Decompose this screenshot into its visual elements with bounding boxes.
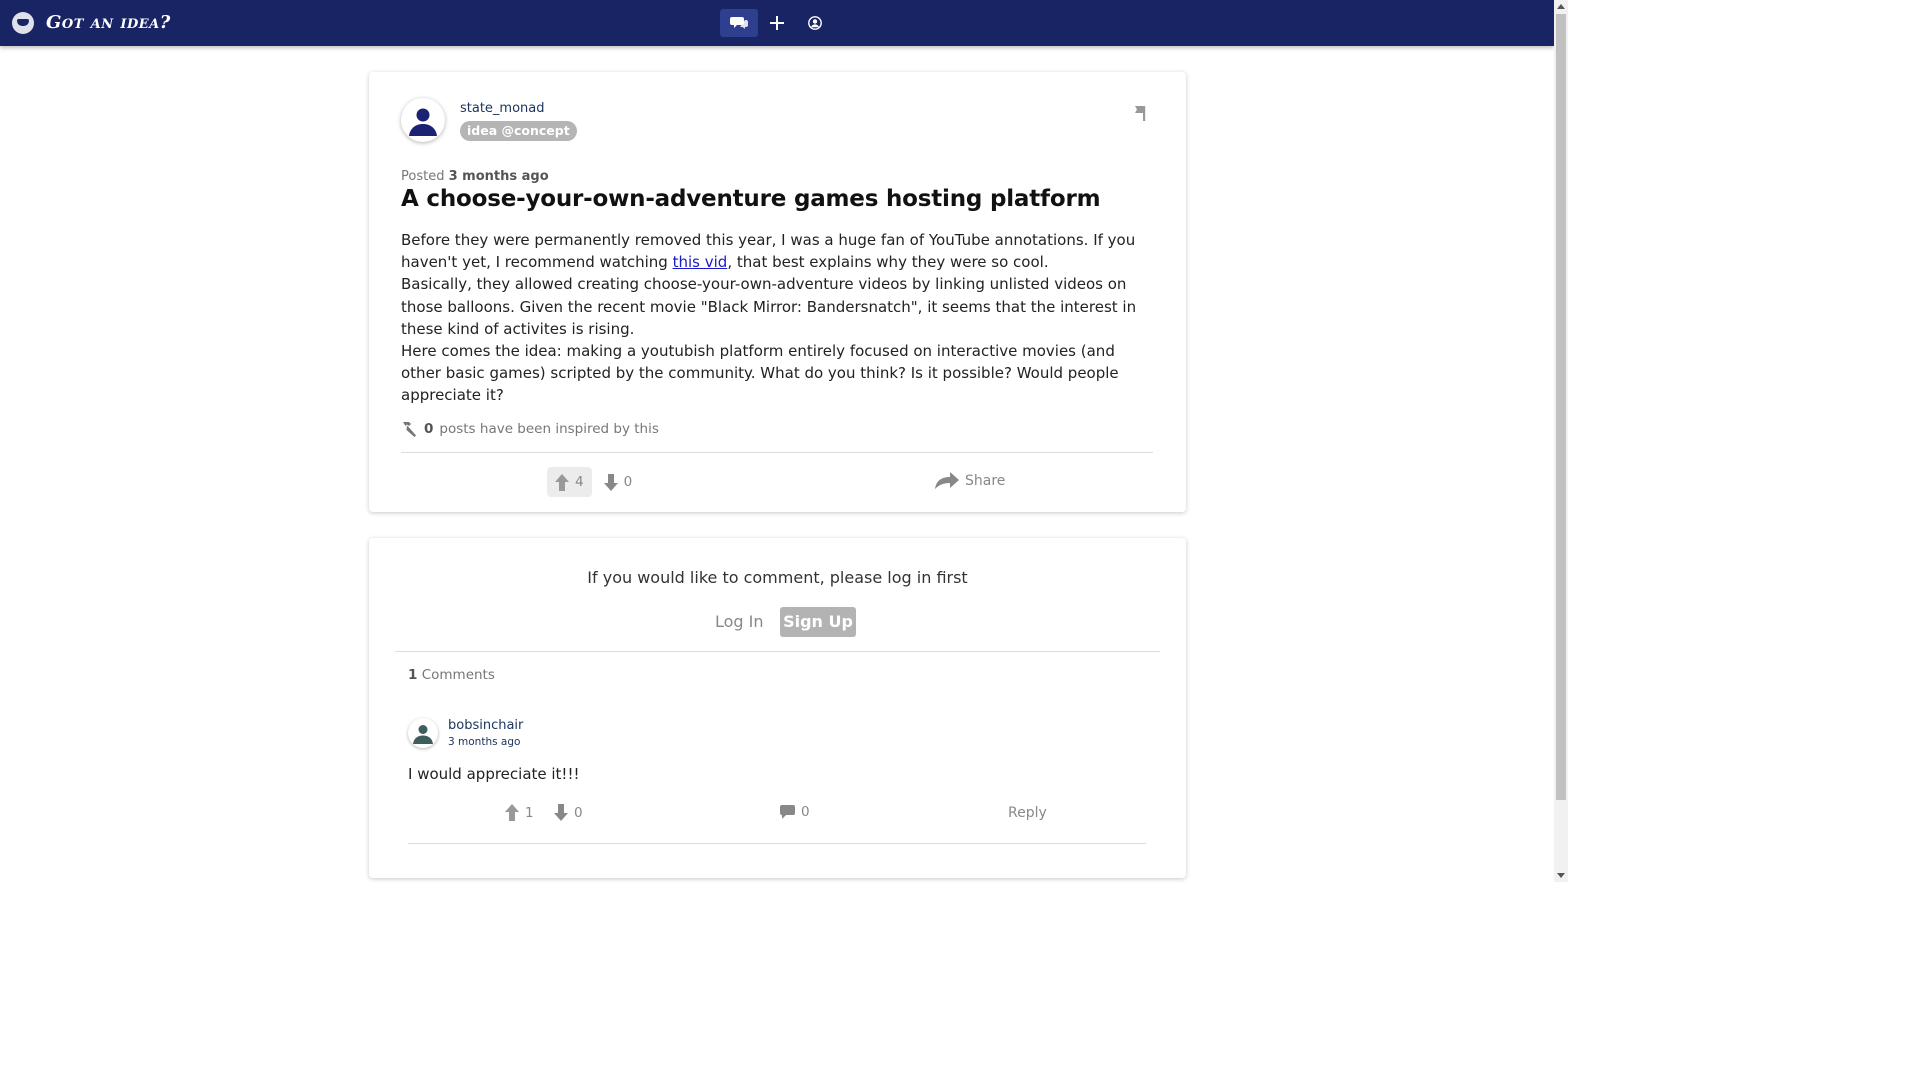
comment-author[interactable]: bobsinchair — [448, 718, 523, 733]
post-tag-badge[interactable]: idea @concept — [460, 121, 577, 141]
share-icon — [935, 472, 959, 489]
plus-icon — [770, 16, 784, 30]
video-link[interactable]: this vid — [673, 253, 728, 271]
share-button[interactable]: Share — [935, 472, 1005, 489]
login-button[interactable]: Log In — [707, 607, 772, 637]
arrow-down-icon — [603, 473, 618, 491]
chat-bubbles-icon — [730, 17, 748, 29]
arrow-up-icon — [555, 473, 569, 491]
app-title[interactable]: Got an idea? — [46, 12, 171, 33]
post-paragraph: Basically, they allowed creating choose-… — [401, 275, 1137, 338]
user-circle-icon — [808, 16, 822, 30]
scroll-down-arrow-icon[interactable] — [1557, 873, 1565, 878]
posted-info: Posted 3 months ago — [401, 169, 549, 184]
post-vote-group: 4 0 — [547, 467, 632, 497]
posted-prefix: Posted — [401, 169, 445, 184]
downvote-button[interactable]: 0 — [596, 473, 633, 491]
nav-new-post-button[interactable] — [758, 9, 796, 37]
comment-avatar[interactable] — [408, 718, 438, 748]
arrow-down-icon — [554, 804, 568, 821]
flag-icon — [1135, 106, 1146, 121]
report-flag-button[interactable] — [1134, 104, 1148, 126]
post-divider — [401, 452, 1153, 453]
user-icon — [413, 725, 433, 744]
hammer-icon — [403, 422, 416, 437]
comment-count: 1 Comments — [408, 667, 495, 683]
nav-ideas-button[interactable] — [720, 9, 758, 37]
share-label: Share — [965, 472, 1006, 489]
downvote-count: 0 — [623, 474, 633, 490]
posted-time: 3 months ago — [448, 169, 549, 184]
comments-card: If you would like to comment, please log… — [369, 538, 1186, 878]
top-navbar: Got an idea? — [0, 0, 1554, 46]
comment-divider — [408, 843, 1146, 844]
post-title: A choose-your-own-adventure games hostin… — [401, 186, 1101, 212]
comment-bubble-icon — [780, 805, 795, 819]
upvote-count: 4 — [575, 474, 584, 490]
user-icon — [409, 108, 437, 136]
reply-button[interactable]: Reply — [1008, 805, 1047, 821]
comment-downvote-button[interactable]: 0 — [554, 804, 583, 821]
inspired-count: 0 — [424, 420, 434, 437]
comment-replies-button[interactable]: 0 — [780, 804, 810, 820]
signup-button[interactable]: Sign Up — [780, 607, 856, 637]
login-prompt: If you would like to comment, please log… — [587, 568, 968, 587]
comments-divider — [395, 651, 1160, 652]
post-author-name[interactable]: state_monad — [460, 101, 545, 116]
comment-reply-count: 0 — [801, 804, 810, 820]
comment-upvote-button[interactable]: 1 — [505, 804, 534, 821]
page-scrollbar[interactable] — [1554, 0, 1568, 882]
comment-upvote-count: 1 — [525, 804, 534, 821]
post-body: Before they were permanently removed thi… — [401, 229, 1156, 407]
post-paragraph: Here comes the idea: making a youtubish … — [401, 342, 1119, 405]
post-paragraph: Before they were permanently removed thi… — [401, 231, 1136, 272]
comment-text: I would appreciate it!!! — [408, 765, 580, 783]
scrollbar-thumb[interactable] — [1556, 14, 1566, 800]
inspired-text: posts have been inspired by this — [439, 420, 659, 437]
bulb-icon[interactable] — [12, 12, 34, 34]
scroll-up-arrow-icon[interactable] — [1557, 4, 1565, 9]
author-avatar[interactable] — [401, 98, 445, 142]
nav-profile-button[interactable] — [796, 9, 834, 37]
comment-time: 3 months ago — [448, 736, 521, 748]
arrow-up-icon — [505, 804, 519, 821]
upvote-button[interactable]: 4 — [547, 467, 592, 497]
post-card: state_monad idea @concept Posted 3 month… — [369, 72, 1186, 512]
comment-downvote-count: 0 — [574, 804, 583, 821]
inspired-info: 0 posts have been inspired by this — [401, 420, 659, 437]
